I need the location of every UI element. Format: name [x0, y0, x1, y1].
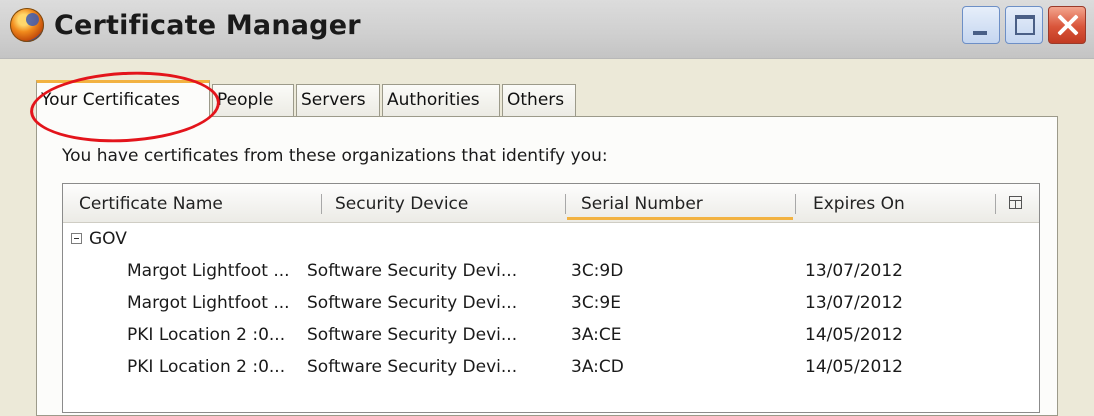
column-picker-icon[interactable] [1009, 196, 1022, 209]
cell-certificate-name: PKI Location 2 :0... [127, 357, 286, 377]
column-separator[interactable] [565, 194, 566, 214]
title-bar: Certificate Manager [0, 0, 1094, 59]
tab-people[interactable]: People [212, 84, 294, 116]
column-separator[interactable] [795, 194, 796, 214]
cell-serial-number: 3A:CE [571, 325, 622, 345]
cell-security-device: Software Security Devi... [307, 357, 518, 377]
cell-expires-on: 14/05/2012 [805, 357, 903, 377]
cell-certificate-name: Margot Lightfoot ... [127, 293, 290, 313]
column-certificate-name[interactable]: Certificate Name [79, 184, 223, 222]
cell-security-device: Software Security Devi... [307, 325, 518, 345]
minus-box-icon[interactable] [71, 233, 82, 244]
group-name: GOV [89, 229, 127, 249]
column-security-device[interactable]: Security Device [335, 184, 468, 222]
column-separator[interactable] [321, 194, 322, 214]
cell-serial-number: 3C:9E [571, 293, 621, 313]
cell-security-device: Software Security Devi... [307, 261, 518, 281]
window-title: Certificate Manager [54, 10, 361, 41]
table-row[interactable]: Margot Lightfoot ... Software Security D… [63, 288, 1039, 318]
maximize-button[interactable] [1005, 6, 1043, 44]
cell-security-device: Software Security Devi... [307, 293, 518, 313]
certificate-tree[interactable]: Certificate Name Security Device Serial … [62, 183, 1040, 413]
table-row[interactable]: Margot Lightfoot ... Software Security D… [63, 256, 1039, 286]
cell-serial-number: 3C:9D [571, 261, 624, 281]
firefox-icon [10, 8, 44, 42]
cell-certificate-name: Margot Lightfoot ... [127, 261, 290, 281]
cell-serial-number: 3A:CD [571, 357, 624, 377]
minimize-button[interactable] [962, 6, 1000, 44]
tab-others[interactable]: Others [502, 84, 576, 116]
sort-indicator [567, 217, 793, 220]
column-separator[interactable] [995, 194, 996, 214]
intro-text: You have certificates from these organiz… [62, 146, 608, 166]
table-row[interactable]: PKI Location 2 :0... Software Security D… [63, 320, 1039, 350]
tab-servers[interactable]: Servers [296, 84, 380, 116]
column-expires-on[interactable]: Expires On [813, 184, 905, 222]
column-header-row: Certificate Name Security Device Serial … [63, 184, 1039, 223]
tab-authorities[interactable]: Authorities [382, 84, 500, 116]
tree-group-row[interactable]: GOV [63, 224, 1039, 254]
cell-certificate-name: PKI Location 2 :0... [127, 325, 286, 345]
close-button[interactable] [1048, 6, 1086, 44]
cell-expires-on: 14/05/2012 [805, 325, 903, 345]
cell-expires-on: 13/07/2012 [805, 293, 903, 313]
cell-expires-on: 13/07/2012 [805, 261, 903, 281]
table-row[interactable]: PKI Location 2 :0... Software Security D… [63, 352, 1039, 382]
